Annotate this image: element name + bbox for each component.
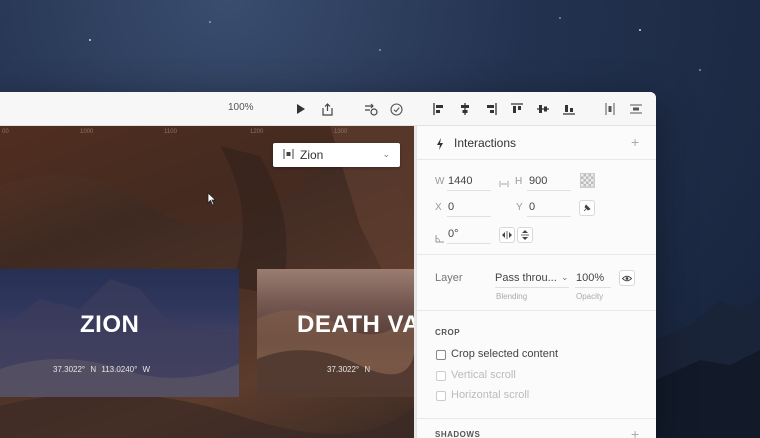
divider <box>417 159 656 160</box>
card-coordinates: 37.3022° N 113.0240° W <box>53 365 151 374</box>
card-coordinates: 37.3022° N <box>327 365 371 374</box>
ruler-tick: 00 <box>2 129 9 135</box>
design-canvas[interactable]: 00 1000 1100 1200 1300 Zion ⌄ ZION 37.30… <box>0 126 414 438</box>
distribute-h-icon[interactable] <box>601 100 619 118</box>
width-field[interactable]: 1440 <box>448 175 472 187</box>
toolbar: 100% <box>0 92 656 126</box>
field-underline <box>527 190 571 191</box>
align-middle-icon[interactable] <box>534 100 552 118</box>
link-proportions-icon[interactable] <box>499 176 509 194</box>
ruler-tick: 1100 <box>164 129 177 135</box>
play-icon[interactable] <box>292 100 310 118</box>
resize-content-icon[interactable] <box>580 173 595 188</box>
distribute-v-icon[interactable] <box>627 100 645 118</box>
shadows-section-header: SHADOWS <box>435 430 481 438</box>
crop-selected-content-checkbox[interactable] <box>436 350 446 360</box>
y-label: Y <box>516 202 523 213</box>
ruler-tick: 1200 <box>250 129 264 135</box>
share-icon[interactable] <box>318 100 336 118</box>
crop-section-header: CROP <box>435 328 461 337</box>
inspector-panel: Interactions + W 1440 H 900 X 0 Y 0 0° L… <box>416 126 656 438</box>
interactions-label[interactable]: Interactions <box>454 136 516 150</box>
ruler-tick: 1300 <box>334 129 348 135</box>
opacity-field[interactable]: 100% <box>576 272 604 284</box>
divider <box>417 310 656 311</box>
add-shadow-button[interactable]: + <box>631 426 639 438</box>
card-title: DEATH VA <box>297 311 414 338</box>
add-interaction-button[interactable]: + <box>631 134 639 150</box>
field-underline <box>527 216 571 217</box>
width-label: W <box>435 176 445 187</box>
card-title: ZION <box>80 311 140 338</box>
blending-select[interactable]: Pass throu... <box>495 272 557 284</box>
vertical-scroll-checkbox[interactable] <box>436 371 446 381</box>
height-field[interactable]: 900 <box>529 175 547 187</box>
destination-card-zion[interactable]: ZION 37.3022° N 113.0240° W <box>0 269 239 397</box>
app-window: 100% 00 1000 1100 1200 1300 Zion ⌄ ZION … <box>0 92 656 438</box>
destination-card-death-valley[interactable]: DEATH VA 37.3022° N <box>257 269 414 397</box>
field-underline <box>447 216 491 217</box>
layer-label: Layer <box>435 272 463 284</box>
field-underline <box>447 190 491 191</box>
rotation-field[interactable]: 0° <box>448 228 459 240</box>
flip-horizontal-icon[interactable] <box>499 227 515 243</box>
divider <box>417 418 656 419</box>
crop-option-label: Crop selected content <box>451 348 559 360</box>
align-top-icon[interactable] <box>508 100 526 118</box>
chevron-down-icon: ⌄ <box>561 272 569 282</box>
eye-icon[interactable] <box>619 270 635 286</box>
artboard-icon <box>283 146 294 164</box>
horizontal-scroll-checkbox[interactable] <box>436 391 446 401</box>
chevron-down-icon: ⌄ <box>382 149 390 159</box>
opacity-caption: Opacity <box>576 292 604 301</box>
artboard-select[interactable]: Zion ⌄ <box>273 143 400 167</box>
divider <box>417 254 656 255</box>
align-left-icon[interactable] <box>430 100 448 118</box>
artboard-select-label: Zion <box>300 148 324 162</box>
flip-vertical-icon[interactable] <box>517 227 533 243</box>
mouse-cursor-icon <box>207 192 217 211</box>
crop-option-label: Vertical scroll <box>451 369 516 381</box>
horizontal-ruler: 00 1000 1100 1200 1300 <box>0 126 414 140</box>
x-field[interactable]: 0 <box>448 201 454 213</box>
align-center-h-icon[interactable] <box>456 100 474 118</box>
zoom-level[interactable]: 100% <box>228 102 254 113</box>
check-circle-icon[interactable] <box>387 100 405 118</box>
crop-option-label: Horizontal scroll <box>451 389 530 401</box>
boolean-icon[interactable] <box>362 100 380 118</box>
field-underline <box>495 287 569 288</box>
blending-caption: Blending <box>496 292 528 301</box>
y-field[interactable]: 0 <box>529 201 535 213</box>
pin-icon[interactable] <box>579 200 595 216</box>
field-underline <box>575 287 611 288</box>
align-right-icon[interactable] <box>482 100 500 118</box>
rotation-icon <box>435 230 444 248</box>
align-bottom-icon[interactable] <box>560 100 578 118</box>
ruler-tick: 1000 <box>80 129 94 135</box>
x-label: X <box>435 202 442 213</box>
field-underline <box>447 243 491 244</box>
lightning-icon <box>436 137 444 155</box>
height-label: H <box>515 176 523 187</box>
